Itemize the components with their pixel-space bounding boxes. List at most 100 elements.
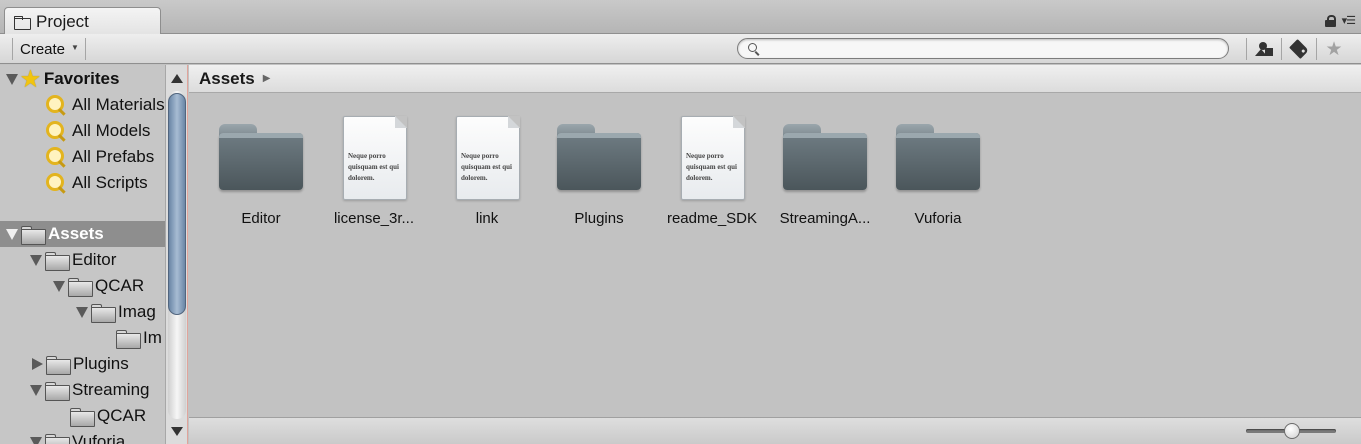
type-filter-icon [1255,42,1273,56]
folder-icon [14,15,31,30]
search-icon [748,43,757,52]
folder-icon [783,124,867,190]
tree-item-vuforia[interactable]: Vuforia [0,429,165,444]
folder-icon [45,433,70,444]
tab-title: Project [36,11,89,31]
folder-icon [21,225,46,245]
folder-icon [45,381,70,401]
favorite-item[interactable]: All Prefabs [0,144,165,170]
menu-icon[interactable]: ▾☰ [1342,14,1356,27]
collapse-arrow-icon[interactable] [32,358,43,370]
tree-item-label: QCAR [97,406,147,425]
search-input[interactable] [762,40,1218,57]
star-icon: ★ [21,67,40,91]
tree-assets[interactable]: Assets [0,221,165,247]
dropdown-arrow-icon: ▼ [71,42,79,52]
star-icon: ★ [1325,38,1343,60]
asset-label: StreamingA... [779,210,871,227]
expand-arrow-icon[interactable] [30,254,42,266]
asset-item-link[interactable]: Neque porro quisquam est qui dolorem. li… [431,116,543,227]
tree-scrollbar[interactable] [165,65,188,444]
folder-icon [219,124,303,190]
search-filter-icon [46,121,66,141]
folder-icon [46,355,71,375]
asset-label: Plugins [574,210,624,227]
folder-icon [45,251,70,271]
expand-arrow-icon[interactable] [53,280,65,292]
tree-item-streaming-assets[interactable]: Streaming [0,377,165,403]
tree-item-image-targets[interactable]: Imag [0,299,165,325]
asset-label: license_3r... [333,210,415,227]
search-filter-icon [46,95,66,115]
asset-item-plugins[interactable]: Plugins [543,116,655,227]
scroll-up-arrow-icon[interactable] [171,74,183,83]
search-by-label-button[interactable] [1281,38,1316,60]
asset-label: link [475,210,499,227]
asset-item-vuforia[interactable]: Vuforia [882,116,994,227]
lock-icon[interactable] [1324,14,1336,27]
scroll-thumb[interactable] [168,93,186,315]
tree-item-plugins[interactable]: Plugins [0,351,165,377]
breadcrumb-item-assets[interactable]: Assets [199,69,255,89]
breadcrumb: Assets ▶ [189,65,1361,93]
tab-bar: Project ▾☰ [0,0,1361,35]
favorite-label: All Scripts [72,173,148,192]
tree-item-image[interactable]: Im [0,325,165,351]
search-filter-icon [46,147,66,167]
expand-arrow-icon[interactable] [30,384,42,396]
asset-label: readme_SDK [666,210,758,227]
tree-favorites[interactable]: ★ Favorites [0,66,165,92]
search-filter-icon [46,173,66,193]
tree-item-qcar[interactable]: QCAR [0,273,165,299]
favorite-label: All Models [72,121,151,140]
text-document-icon: Neque porro quisquam est qui dolorem. [343,116,407,200]
favorite-item[interactable]: All Materials [0,92,165,118]
scroll-down-arrow-icon[interactable] [171,427,183,436]
search-box[interactable] [737,38,1229,59]
asset-item-streaming-assets[interactable]: StreamingA... [769,116,881,227]
favorite-item[interactable]: All Models [0,118,165,144]
expand-arrow-icon[interactable] [76,306,88,318]
favorite-label: All Materials [72,95,165,114]
tree-item-label: Imag [118,302,156,321]
text-document-icon: Neque porro quisquam est qui dolorem. [681,116,745,200]
asset-item-editor[interactable]: Editor [205,116,317,227]
favorites-label: Favorites [43,69,120,88]
asset-item-readme[interactable]: Neque porro quisquam est qui dolorem. re… [656,116,768,227]
folder-tree-pane: ★ Favorites All Materials All Models All… [0,65,165,444]
tab-right-controls: ▾☰ [1324,14,1356,27]
tree-item-qcar-streaming[interactable]: QCAR [0,403,165,429]
search-by-type-button[interactable] [1246,38,1281,60]
status-bar [189,417,1361,444]
breadcrumb-arrow-icon: ▶ [262,73,271,84]
favorite-label: All Prefabs [72,147,155,166]
assets-label: Assets [48,224,104,243]
save-search-button[interactable]: ★ [1316,38,1351,60]
folder-icon [896,124,980,190]
expand-arrow-icon[interactable] [6,228,18,240]
create-label: Create [20,40,66,58]
asset-grid: Editor Neque porro quisquam est qui dolo… [189,94,1361,417]
folder-icon [91,303,116,323]
toolbar: Create ▼ ★ [0,34,1361,64]
favorite-item[interactable]: All Scripts [0,170,165,196]
folder-icon [557,124,641,190]
tree-item-label: Plugins [73,354,129,373]
text-document-icon: Neque porro quisquam est qui dolorem. [456,116,520,200]
asset-label: Vuforia [914,210,962,227]
filter-buttons: ★ [1246,38,1351,60]
tree-item-editor[interactable]: Editor [0,247,165,273]
tree-item-label: Vuforia [72,432,126,444]
folder-icon [70,407,95,427]
tree-item-label: Editor [72,250,117,269]
tree-item-label: Streaming [72,380,150,399]
folder-icon [116,329,141,349]
expand-arrow-icon[interactable] [30,436,42,444]
tab-project[interactable]: Project [4,7,161,35]
expand-arrow-icon[interactable] [6,73,18,85]
asset-item-license[interactable]: Neque porro quisquam est qui dolorem. li… [318,116,430,227]
tree-item-label: Im [143,328,162,347]
create-button[interactable]: Create ▼ [12,38,86,60]
zoom-slider-thumb[interactable] [1284,423,1300,439]
tree-item-label: QCAR [95,276,145,295]
